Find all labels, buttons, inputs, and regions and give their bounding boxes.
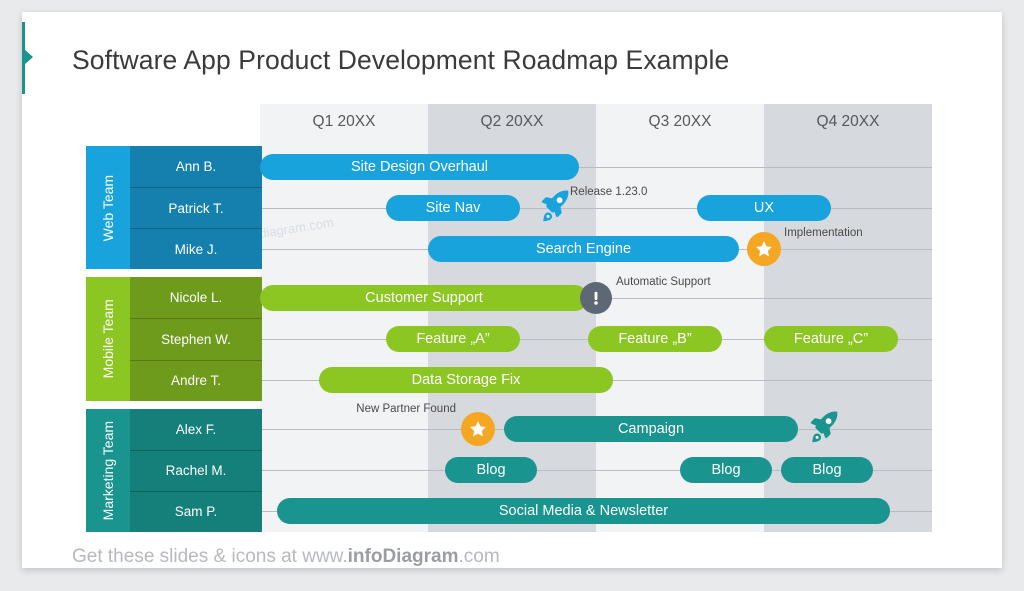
team-name-label: Mobile Team [100,299,116,379]
team-block-marketing-team: Marketing Team Alex F. Rachel M. Sam P. [86,408,262,532]
quarter-header-2: Q2 20XX [480,113,544,130]
team-color-strip: Mobile Team [86,277,130,401]
accent-arrow-icon [24,49,33,65]
roadmap-chart: Q1 20XX Q2 20XX Q3 20XX Q4 20XX infodiagram… [86,104,932,532]
task-bar[interactable]: UX [697,195,831,221]
task-bar[interactable]: Blog [781,457,873,483]
member-strip: Ann B. Patrick T. Mike J. [130,146,262,270]
task-bar[interactable]: Feature „A” [386,326,520,352]
member-row-nicole-l[interactable]: Nicole L. [130,277,262,318]
page-title: Software App Product Development Roadmap… [72,45,730,75]
milestone-label: Automatic Support [616,276,711,288]
team-block-web-team: Web Team Ann B. Patrick T. Mike J. [86,146,262,270]
task-bar[interactable]: Campaign [504,416,798,442]
task-bar[interactable]: Blog [680,457,772,483]
task-bar[interactable]: Feature „B” [588,326,722,352]
team-block-mobile-team: Mobile Team Nicole L. Stephen W. Andre T. [86,277,262,401]
quarter-header-3: Q3 20XX [648,113,712,130]
quarter-header-1: Q1 20XX [312,113,376,130]
task-bar[interactable]: Blog [445,457,537,483]
task-bar[interactable]: Customer Support [260,285,588,311]
star-icon[interactable] [461,412,495,446]
member-row-ann-b[interactable]: Ann B. [130,146,262,187]
member-strip: Nicole L. Stephen W. Andre T. [130,277,262,401]
footer-credit: Get these slides & icons at www.infoDiag… [72,546,500,568]
task-bar[interactable]: Data Storage Fix [319,367,613,393]
footer-suffix: .com [458,546,500,567]
team-name-label: Web Team [100,174,116,241]
footer-prefix: Get these slides & icons at www. [72,546,348,567]
member-row-rachel-m[interactable]: Rachel M. [130,449,262,491]
member-row-patrick-t[interactable]: Patrick T. [130,187,262,228]
quarter-header-4: Q4 20XX [816,113,880,130]
task-bar[interactable]: Feature „C” [764,326,898,352]
team-name-label: Marketing Team [100,420,116,520]
task-bar[interactable]: Site Nav [386,195,520,221]
member-row-sam-p[interactable]: Sam P. [130,490,262,532]
team-color-strip: Marketing Team [86,408,130,532]
milestone-label: New Partner Found [356,403,456,415]
member-row-mike-j[interactable]: Mike J. [130,228,262,269]
star-icon[interactable] [747,232,781,266]
footer-brand: infoDiagram [347,546,459,567]
rocket-icon [537,189,571,225]
rocket-icon [806,410,840,446]
task-bar[interactable]: Site Design Overhaul [260,154,579,180]
member-row-andre-t[interactable]: Andre T. [130,359,262,401]
team-color-strip: Web Team [86,146,130,270]
member-row-stephen-w[interactable]: Stephen W. [130,318,262,359]
task-bar[interactable]: Search Engine [428,236,739,262]
alert-icon[interactable] [580,282,612,314]
milestone-label: Implementation [784,227,863,239]
task-bar[interactable]: Social Media & Newsletter [277,498,890,524]
milestone-label: Release 1.23.0 [570,186,648,198]
member-strip: Alex F. Rachel M. Sam P. [130,408,262,532]
slide-canvas: Software App Product Development Roadmap… [0,0,1024,591]
